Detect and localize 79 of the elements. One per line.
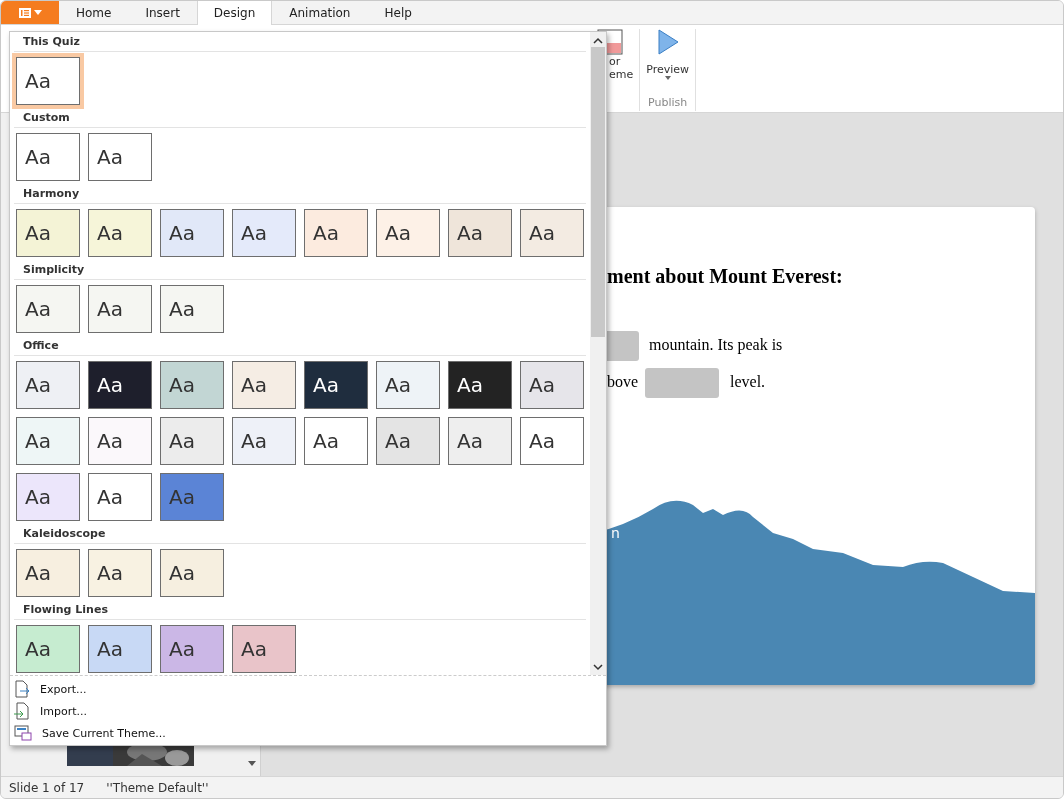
- menu-item[interactable]: Import...: [10, 700, 606, 722]
- slide-caption: n: [611, 525, 620, 541]
- theme-thumbnail[interactable]: Aa: [16, 549, 80, 597]
- theme-thumbnail[interactable]: Aa: [448, 417, 512, 465]
- theme-thumbnail[interactable]: Aa: [88, 285, 152, 333]
- section-heading: Custom: [14, 108, 586, 128]
- theme-name: ''Theme Default'': [106, 780, 209, 795]
- theme-thumbnail[interactable]: Aa: [16, 361, 80, 409]
- ribbon-tab[interactable]: Design: [196, 1, 273, 25]
- section-heading: Office: [14, 336, 586, 356]
- theme-thumbnail[interactable]: Aa: [160, 417, 224, 465]
- theme-thumbnail[interactable]: Aa: [88, 209, 152, 257]
- slide-text: bove: [607, 373, 639, 391]
- ribbon-tab[interactable]: Animation: [272, 1, 368, 25]
- slide-counter: Slide 1 of 17: [9, 780, 85, 795]
- theme-thumbnail[interactable]: Aa: [376, 209, 440, 257]
- section-heading: Kaleidoscope: [14, 524, 586, 544]
- theme-thumbnail[interactable]: Aa: [160, 285, 224, 333]
- section-heading: This Quiz: [14, 32, 586, 52]
- export-icon: [14, 680, 30, 698]
- scroll-down-icon[interactable]: [248, 761, 256, 766]
- theme-thumbnail[interactable]: Aa: [88, 417, 152, 465]
- theme-thumbnail[interactable]: Aa: [232, 209, 296, 257]
- caret-icon: [664, 76, 671, 80]
- slide-text: mountain. Its peak is: [649, 336, 783, 354]
- theme-thumbnail[interactable]: Aa: [520, 417, 584, 465]
- slide-text: level.: [730, 373, 766, 391]
- preview-button[interactable]: Preview: [646, 63, 690, 76]
- slide-title: ment about Mount Everest:: [607, 265, 843, 288]
- theme-thumbnail[interactable]: Aa: [88, 361, 152, 409]
- theme-thumbnail[interactable]: Aa: [304, 417, 368, 465]
- menu-item-label: Export...: [40, 682, 87, 696]
- theme-thumbnail[interactable]: Aa: [304, 209, 368, 257]
- theme-thumbnail[interactable]: Aa: [520, 209, 584, 257]
- section-heading: Flowing Lines: [14, 600, 586, 620]
- menu-item[interactable]: Save Current Theme...: [10, 722, 606, 744]
- theme-thumbnail[interactable]: Aa: [520, 361, 584, 409]
- section-heading: Harmony: [14, 184, 586, 204]
- theme-thumbnail[interactable]: Aa: [448, 209, 512, 257]
- save-theme-icon: [14, 725, 32, 741]
- scroll-up-icon[interactable]: [593, 37, 603, 45]
- theme-thumbnail[interactable]: Aa: [160, 209, 224, 257]
- theme-thumbnail[interactable]: Aa: [448, 361, 512, 409]
- file-menu-button[interactable]: [1, 1, 59, 24]
- theme-thumbnail[interactable]: Aa: [16, 209, 80, 257]
- ribbon-tab[interactable]: Insert: [128, 1, 197, 25]
- theme-thumbnail[interactable]: Aa: [88, 133, 152, 181]
- menu-item[interactable]: Export...: [10, 678, 606, 700]
- ribbon-tab[interactable]: Home: [59, 1, 129, 25]
- ribbon-tab[interactable]: Help: [367, 1, 429, 25]
- color-theme-label: or: [609, 55, 621, 68]
- theme-thumbnail[interactable]: Aa: [376, 361, 440, 409]
- theme-thumbnail[interactable]: Aa: [16, 625, 80, 673]
- theme-thumbnail[interactable]: Aa: [232, 361, 296, 409]
- theme-thumbnail[interactable]: Aa: [16, 285, 80, 333]
- theme-thumbnail[interactable]: Aa: [88, 549, 152, 597]
- scroll-down-icon[interactable]: [593, 663, 603, 671]
- menu-item-label: Save Current Theme...: [42, 726, 166, 740]
- theme-thumbnail[interactable]: Aa: [88, 473, 152, 521]
- theme-thumbnail[interactable]: Aa: [16, 473, 80, 521]
- import-icon: [14, 702, 30, 720]
- section-heading: Simplicity: [14, 260, 586, 280]
- play-icon: [656, 29, 679, 55]
- theme-thumbnail[interactable]: Aa: [304, 361, 368, 409]
- menu-item-label: Import...: [40, 704, 87, 718]
- scrollbar-thumb[interactable]: [591, 47, 605, 337]
- theme-thumbnail[interactable]: Aa: [232, 417, 296, 465]
- theme-thumbnail[interactable]: Aa: [376, 417, 440, 465]
- theme-thumbnail[interactable]: Aa: [16, 133, 80, 181]
- caret-icon: [33, 10, 42, 15]
- theme-thumbnail[interactable]: Aa: [88, 625, 152, 673]
- group-label: Publish: [648, 96, 688, 109]
- theme-thumbnail[interactable]: Aa: [160, 361, 224, 409]
- theme-thumbnail[interactable]: Aa: [160, 625, 224, 673]
- theme-thumbnail[interactable]: Aa: [160, 549, 224, 597]
- theme-thumbnail[interactable]: Aa: [232, 625, 296, 673]
- color-theme-label: eme: [609, 68, 634, 81]
- theme-thumbnail[interactable]: Aa: [16, 417, 80, 465]
- menu-icon: [18, 7, 31, 18]
